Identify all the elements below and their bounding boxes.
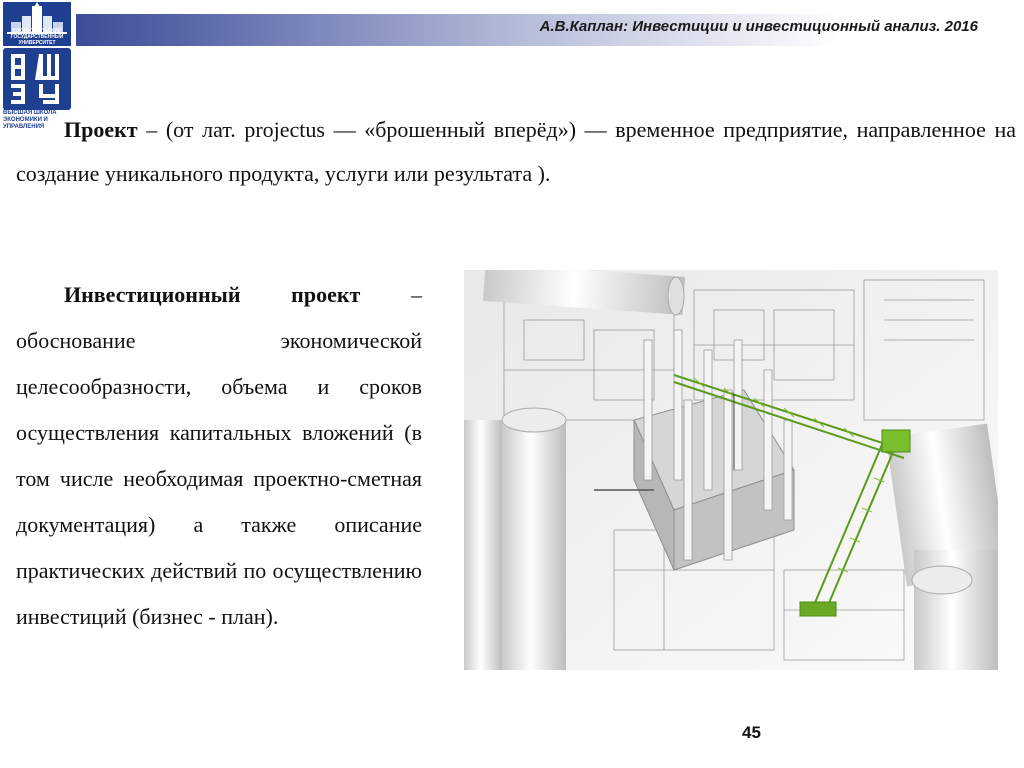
university-logo: ЮЖНО-УРАЛЬСКИЙ ГОСУДАРСТВЕННЫЙ УНИВЕРСИТ…	[0, 0, 76, 130]
project-definition: Проект – (от лат. projectus — «брошенный…	[16, 108, 1016, 196]
page-number: 45	[742, 723, 761, 742]
header-title: А.В.Каплан: Инвестиции и инвестиционный …	[539, 18, 978, 35]
investment-project-term: Инвестиционный проект	[64, 282, 361, 307]
investment-project-definition-text: – обоснование экономической целесообразн…	[16, 282, 422, 629]
vsheu-emblem-icon	[3, 48, 71, 110]
project-term: Проект	[64, 117, 138, 142]
construction-illustration	[464, 270, 998, 670]
construction-crane-image	[464, 270, 998, 670]
investment-project-definition: Инвестиционный проект – обоснование экон…	[16, 272, 422, 640]
project-definition-text: – (от лат. projectus — «брошенный вперёд…	[16, 117, 1016, 186]
university-emblem: ЮЖНО-УРАЛЬСКИЙ ГОСУДАРСТВЕННЫЙ УНИВЕРСИТ…	[3, 2, 71, 46]
university-name: ЮЖНО-УРАЛЬСКИЙ ГОСУДАРСТВЕННЫЙ УНИВЕРСИТ…	[10, 28, 64, 46]
